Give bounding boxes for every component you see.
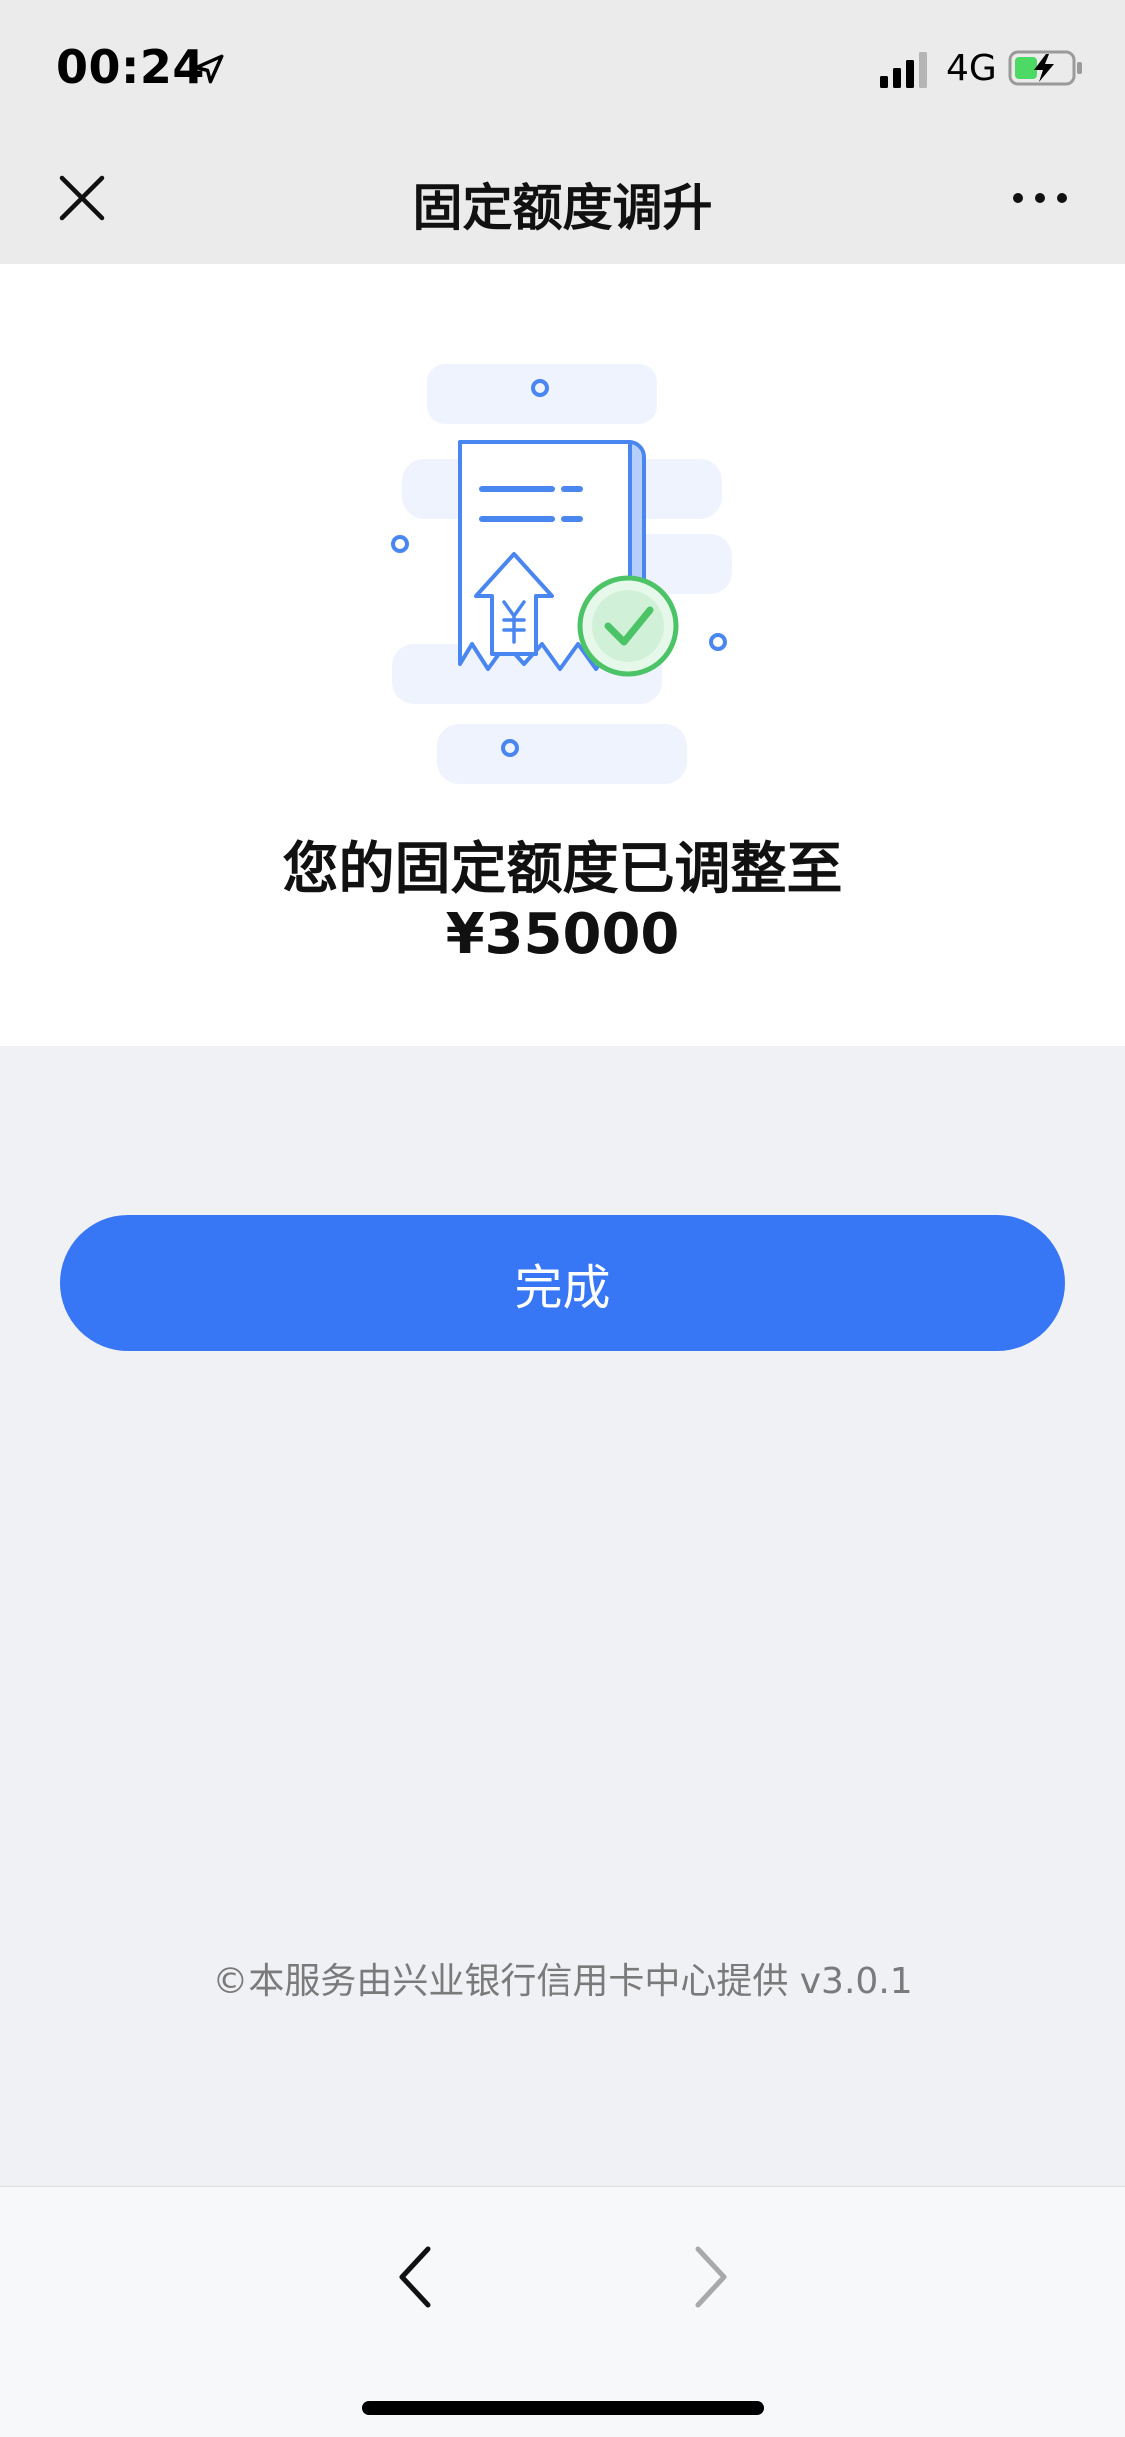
status-bar: 00:24 4G — [0, 0, 1125, 132]
bottom-toolbar — [0, 2186, 1125, 2437]
result-amount: ¥35000 — [445, 902, 680, 967]
done-button[interactable]: 完成 — [60, 1215, 1065, 1351]
result-message: 您的固定额度已调整至 — [282, 837, 843, 902]
battery-charging-icon — [1008, 50, 1082, 86]
status-time: 00:24 — [56, 40, 205, 94]
footer-note: ©本服务由兴业银行信用卡中心提供 v3.0.1 — [212, 1961, 913, 2002]
forward-arrow-icon — [695, 2246, 727, 2308]
network-type-label: 4G — [946, 48, 997, 89]
receipt-illustration — [391, 364, 732, 784]
result-card: 您的固定额度已调整至 ¥35000 — [0, 264, 1125, 1046]
more-icon[interactable] — [1010, 180, 1070, 216]
home-indicator — [362, 2401, 764, 2415]
nav-bar: 固定额度调升 — [0, 132, 1125, 264]
page-title: 固定额度调升 — [412, 179, 713, 237]
location-arrow-icon — [194, 54, 224, 84]
back-arrow-icon[interactable] — [390, 2237, 440, 2317]
signal-icon — [880, 52, 927, 88]
